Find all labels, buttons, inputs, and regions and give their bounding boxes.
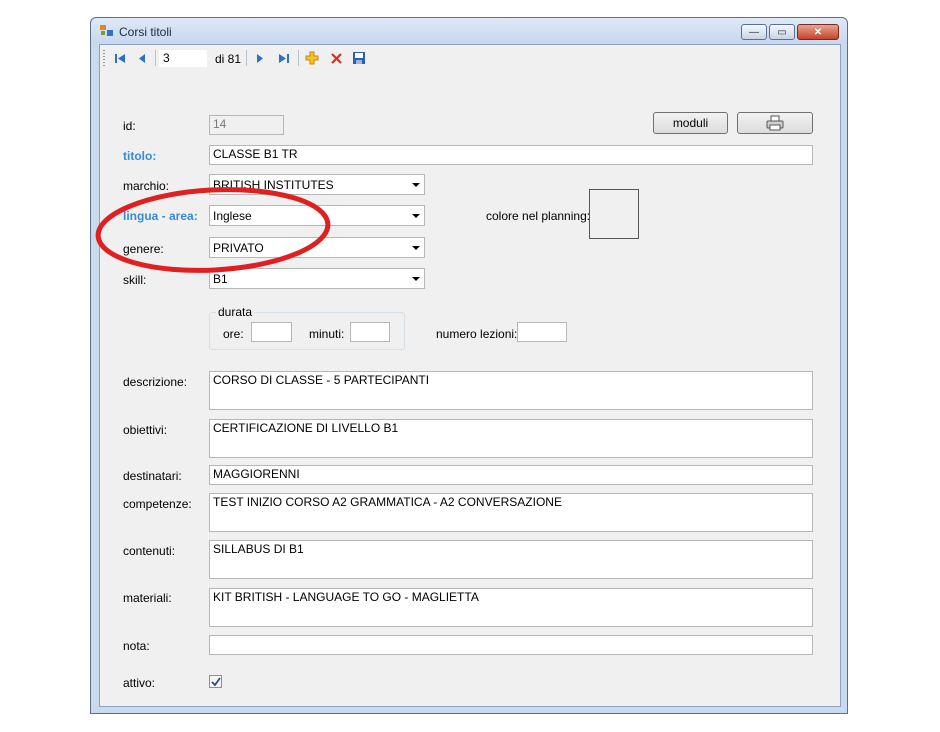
close-button[interactable]: ✕ [797, 24, 839, 40]
moduli-button[interactable]: moduli [653, 112, 728, 134]
move-previous-icon [139, 53, 145, 63]
skill-label: skill: [123, 273, 147, 287]
contenuti-field[interactable]: SILLABUS DI B1 [209, 540, 813, 579]
print-button[interactable] [737, 112, 813, 134]
obiettivi-field[interactable]: CERTIFICAZIONE DI LIVELLO B1 [209, 419, 813, 458]
ore-label: ore: [223, 327, 244, 341]
delete-icon [330, 52, 342, 64]
window-title: Corsi titoli [119, 25, 172, 39]
durata-label: durata [216, 305, 255, 319]
moduli-button-label: moduli [672, 116, 709, 130]
lingua-area-value: Inglese [213, 209, 252, 223]
titolo-label: titolo: [123, 149, 157, 163]
maximize-icon: ▭ [777, 26, 787, 38]
lingua-area-select[interactable]: Inglese [209, 205, 425, 226]
marchio-value: BRITISH INSTITUTES [213, 178, 334, 192]
minuti-field[interactable] [350, 322, 390, 342]
chevron-down-icon [412, 246, 420, 250]
numero-lezioni-field[interactable] [517, 322, 567, 342]
skill-value: B1 [213, 272, 228, 286]
move-first-icon [115, 53, 125, 63]
toolbar-separator [246, 50, 247, 66]
ore-field[interactable] [251, 322, 292, 342]
nota-field[interactable] [209, 635, 813, 655]
move-next-icon [257, 53, 263, 63]
save-button[interactable] [351, 50, 367, 66]
competenze-field[interactable]: TEST INIZIO CORSO A2 GRAMMATICA - A2 CON… [209, 493, 813, 532]
add-new-button[interactable] [304, 50, 320, 66]
checkmark-icon [210, 676, 221, 686]
lingua-area-label: lingua - area: [123, 209, 198, 223]
obiettivi-label: obiettivi: [123, 423, 168, 437]
colore-planning-swatch[interactable] [589, 189, 639, 239]
move-last-icon [279, 53, 289, 63]
materiali-field[interactable]: KIT BRITISH - LANGUAGE TO GO - MAGLIETTA [209, 588, 813, 627]
binding-navigator: 3 di 81 [100, 45, 840, 71]
chevron-down-icon [412, 183, 420, 187]
marchio-select[interactable]: BRITISH INSTITUTES [209, 174, 425, 195]
toolbar-grip[interactable] [103, 50, 105, 66]
record-count-label: di 81 [215, 52, 242, 66]
move-first-button[interactable] [112, 50, 128, 66]
genere-select[interactable]: PRIVATO [209, 237, 425, 258]
title-bar[interactable]: Corsi titoli — ▭ ✕ [91, 18, 847, 44]
attivo-checkbox[interactable] [209, 675, 222, 688]
toolbar-separator [298, 50, 299, 66]
numero-lezioni-label: numero lezioni: [436, 327, 518, 341]
materiali-label: materiali: [123, 591, 172, 605]
move-last-button[interactable] [276, 50, 292, 66]
save-icon [353, 52, 365, 64]
chevron-down-icon [412, 214, 420, 218]
form-client-area: 3 di 81 id: 14 moduli titolo: CLASSE B1 … [99, 44, 841, 707]
minuti-label: minuti: [309, 327, 345, 341]
id-field: 14 [209, 115, 284, 135]
delete-button[interactable] [328, 50, 344, 66]
colore-planning-label: colore nel planning: [486, 209, 591, 223]
attivo-label: attivo: [123, 676, 156, 690]
app-window: Corsi titoli — ▭ ✕ 3 di 81 id: 14 moduli… [90, 17, 848, 714]
competenze-label: competenze: [123, 497, 192, 511]
minimize-icon: — [749, 26, 759, 38]
genere-value: PRIVATO [213, 241, 264, 255]
maximize-button[interactable]: ▭ [769, 24, 795, 40]
genere-label: genere: [123, 242, 164, 256]
position-input[interactable]: 3 [159, 50, 207, 67]
marchio-label: marchio: [123, 179, 170, 193]
move-next-button[interactable] [252, 50, 268, 66]
descrizione-field[interactable]: CORSO DI CLASSE - 5 PARTECIPANTI [209, 371, 813, 410]
titolo-field[interactable]: CLASSE B1 TR [209, 145, 813, 165]
toolbar-separator [155, 50, 156, 66]
destinatari-field[interactable]: MAGGIORENNI [209, 465, 813, 485]
id-label: id: [123, 119, 136, 133]
plus-icon [305, 51, 319, 65]
destinatari-label: destinatari: [123, 469, 182, 483]
app-icon [100, 25, 113, 36]
descrizione-label: descrizione: [123, 375, 188, 389]
move-previous-button[interactable] [134, 50, 150, 66]
contenuti-label: contenuti: [123, 544, 176, 558]
printer-icon [766, 115, 784, 131]
close-icon: ✕ [813, 26, 823, 38]
minimize-button[interactable]: — [741, 24, 767, 40]
nota-label: nota: [123, 639, 150, 653]
skill-select[interactable]: B1 [209, 268, 425, 289]
chevron-down-icon [412, 277, 420, 281]
